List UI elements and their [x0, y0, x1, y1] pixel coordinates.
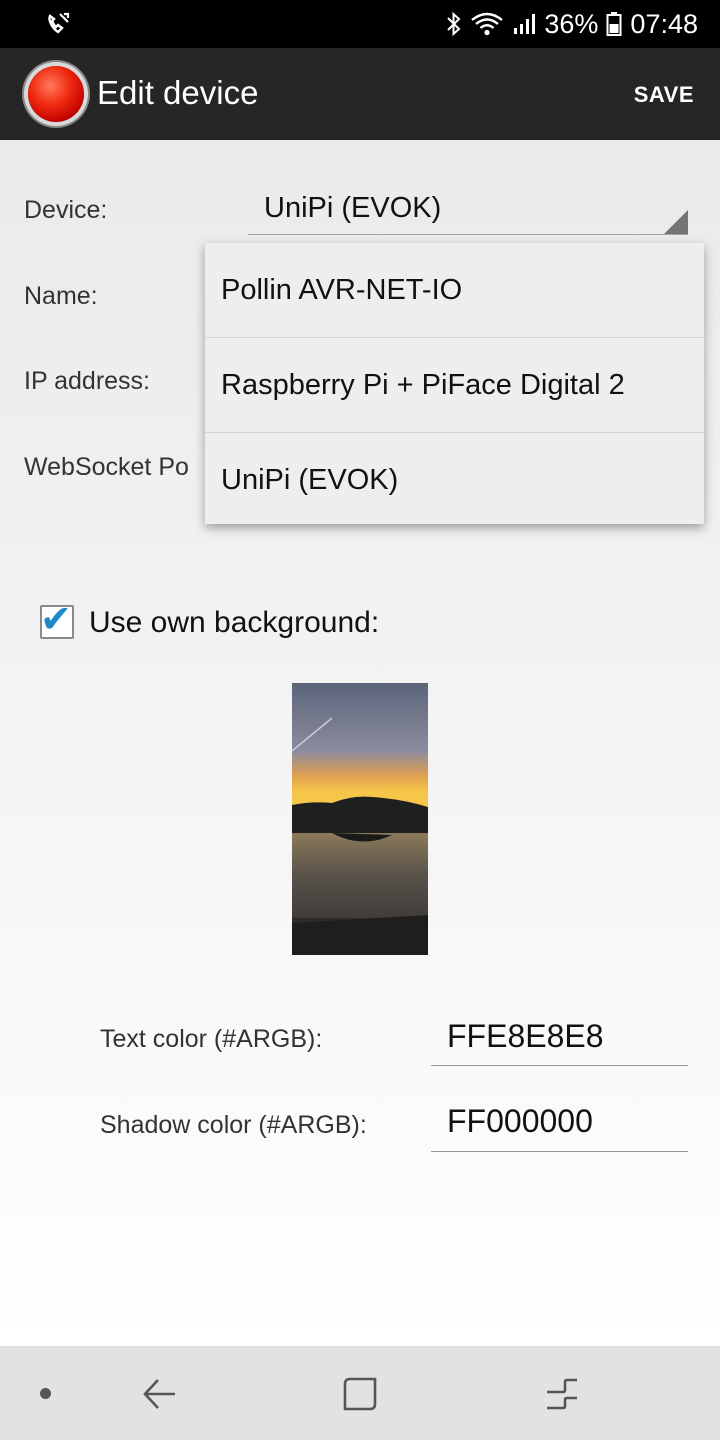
- call-transfer-icon: [48, 12, 70, 34]
- background-image-preview[interactable]: [292, 683, 428, 955]
- status-icons: 36% 07:48: [446, 0, 698, 48]
- status-time: 07:48: [630, 8, 698, 39]
- text-color-label: Text color (#ARGB):: [100, 1025, 323, 1053]
- red-button-app-icon: [28, 66, 84, 122]
- use-own-background-checkbox[interactable]: ✔: [40, 599, 74, 641]
- name-label: Name:: [24, 282, 98, 310]
- navigation-bar: [0, 1346, 720, 1440]
- battery-percent: 36%: [544, 8, 599, 39]
- signal-icon: [514, 14, 536, 34]
- back-icon[interactable]: [140, 1376, 178, 1412]
- websocket-port-label: WebSocket Po: [24, 453, 189, 481]
- recents-icon[interactable]: [543, 1376, 581, 1412]
- spinner-arrow-icon[interactable]: [664, 210, 688, 234]
- checkmark-icon: ✔: [40, 599, 72, 641]
- wifi-icon: [471, 12, 504, 36]
- dropdown-option-unipi[interactable]: UniPi (EVOK): [205, 433, 704, 527]
- device-dropdown-menu: Pollin AVR-NET-IO Raspberry Pi + PiFace …: [205, 243, 704, 524]
- bluetooth-icon: [447, 11, 461, 37]
- use-own-background-label[interactable]: Use own background:: [89, 606, 379, 640]
- shadow-color-underline: [431, 1151, 688, 1152]
- dropdown-option-raspberry-pi[interactable]: Raspberry Pi + PiFace Digital 2: [205, 338, 704, 433]
- dot-icon[interactable]: [40, 1388, 51, 1399]
- battery-icon: [606, 12, 622, 36]
- shadow-color-label: Shadow color (#ARGB):: [100, 1111, 367, 1139]
- overview-icon[interactable]: [342, 1376, 378, 1412]
- device-label: Device:: [24, 196, 108, 224]
- device-spinner-value[interactable]: UniPi (EVOK): [264, 192, 441, 225]
- text-color-underline: [431, 1065, 688, 1066]
- dropdown-option-pollin[interactable]: Pollin AVR-NET-IO: [205, 243, 704, 338]
- page-title: Edit device: [97, 74, 259, 111]
- app-bar: Edit device SAVE: [0, 48, 720, 140]
- shadow-color-input[interactable]: FF000000: [447, 1103, 593, 1140]
- spinner-underline: [248, 234, 688, 235]
- status-bar: 36% 07:48: [0, 0, 720, 48]
- text-color-input[interactable]: FFE8E8E8: [447, 1018, 604, 1055]
- ip-address-label: IP address:: [24, 367, 151, 395]
- save-button[interactable]: SAVE: [634, 82, 694, 108]
